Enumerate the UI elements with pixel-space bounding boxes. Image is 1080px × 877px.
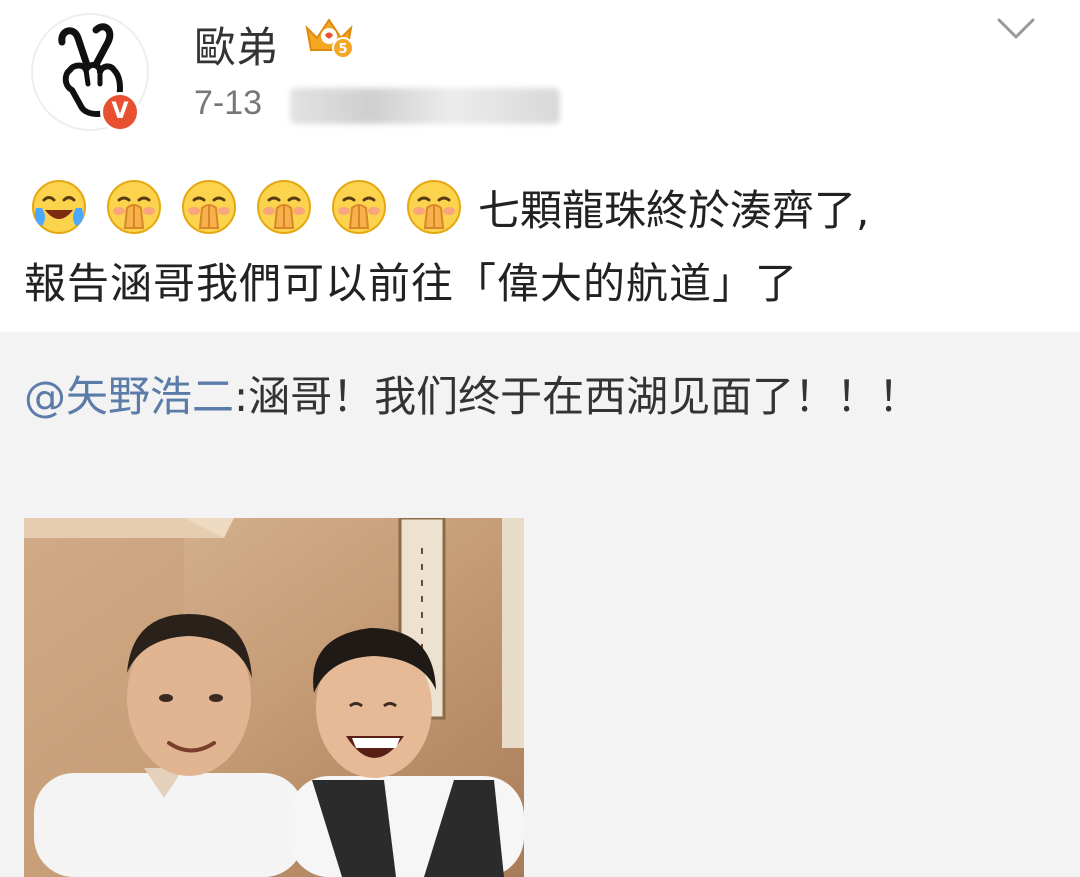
mention-link[interactable]: @矢野浩二 xyxy=(24,372,234,421)
blurred-source-info xyxy=(290,88,560,124)
post-content: 七顆龍珠終於湊齊了, 報告涵哥我們可以前往「偉大的航道」了 xyxy=(0,160,1080,332)
photo-two-men-image xyxy=(24,518,524,877)
post-text-line-2: 報告涵哥我們可以前往「偉大的航道」了 xyxy=(24,259,799,308)
hand-over-mouth-emoji-icon xyxy=(180,178,238,236)
verified-badge-icon: V xyxy=(100,92,140,132)
post-timestamp: 7-13 xyxy=(194,84,263,122)
vip-crown-icon: 5 xyxy=(305,18,354,59)
repost-photo[interactable] xyxy=(24,518,524,877)
chevron-down-icon[interactable] xyxy=(996,16,1036,42)
vip-level: 5 xyxy=(338,42,347,57)
post-header: V 歐弟 5 7-13 xyxy=(0,0,1080,160)
hand-over-mouth-emoji-icon xyxy=(405,178,463,236)
hand-over-mouth-emoji-icon xyxy=(105,178,163,236)
hand-over-mouth-emoji-icon xyxy=(330,178,388,236)
post-text-line-1: 七顆龍珠終於湊齊了, xyxy=(30,174,869,240)
repost-card[interactable]: @矢野浩二:涵哥！我们终于在西湖见面了！！！ xyxy=(0,332,1080,877)
hand-over-mouth-emoji-icon xyxy=(255,178,313,236)
repost-text: @矢野浩二:涵哥！我们终于在西湖见面了！！！ xyxy=(24,364,924,430)
laughing-crying-emoji-icon xyxy=(30,178,88,236)
post-text: 七顆龍珠終於湊齊了, xyxy=(478,185,870,235)
username[interactable]: 歐弟 xyxy=(194,14,278,75)
repost-body: :涵哥！我们终于在西湖见面了！！！ xyxy=(234,372,921,421)
